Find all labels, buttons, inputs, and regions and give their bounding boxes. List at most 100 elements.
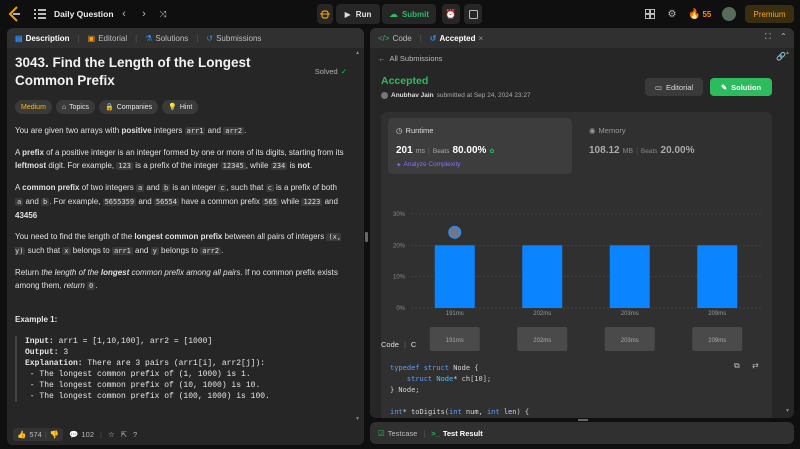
checkbox-icon: ☑ [378,428,385,438]
clock-icon: ◷ [396,126,403,135]
companies-tag[interactable]: 🔒 Companies [98,100,159,114]
scrollbar[interactable]: ▲ ▼ [355,50,361,422]
runtime-beats: 80.00% [452,145,487,156]
tab-editorial[interactable]: ▣ Editorial [88,34,127,43]
tab-accepted[interactable]: ↺ Accepted × [430,34,483,43]
sparkle-icon: ✦ [396,162,402,169]
comments-button[interactable]: 💬 102 [69,430,94,439]
help-icon[interactable]: ? [133,430,137,439]
panel-divider[interactable] [365,232,368,242]
code-header: Code | C [381,340,417,349]
y-tick-label: 30% [393,212,406,218]
right-scrollbar[interactable]: ▲ ▼ [785,50,791,414]
memory-box[interactable]: ◉ Memory 108.12 MB | Beats 20.00% [581,118,765,174]
submission-panel: </> Code | ↺ Accepted × ⛶ ⌃ ← All Submission… [370,28,794,418]
example-block: Input: arr1 = [1,10,100], arr2 = [1000] … [15,336,347,402]
x-tick-label: 191ms [446,311,464,317]
user-position-avatar [448,225,462,239]
leetcode-logo[interactable] [7,6,23,22]
x-tick-label: 203ms [621,311,639,317]
runtime-box[interactable]: ◷ Runtime 201 ms | Beats 80.00% ✿ ✦ Analyz… [388,118,572,174]
code-line: } Node; [390,386,420,394]
lock-icon: 🔒 [104,104,114,111]
run-button[interactable]: ▶ Run [336,4,380,24]
chevron-right-icon[interactable]: › [138,7,150,21]
submitted-by: Anubhav Jain submitted at Sep 24, 2024 2… [381,92,531,99]
x-tick-label: 202ms [533,311,551,317]
topics-tag[interactable]: ⌂ Topics [55,100,95,114]
left-tab-bar: ▤ Description | ▣ Editorial | ⚗ Solutions |… [7,28,364,48]
thumbs-down-icon: 👎 [49,430,60,439]
difficulty-badge[interactable]: Medium [15,100,52,114]
wrap-icon[interactable]: ⇄ [752,361,759,370]
layout-icon[interactable] [644,8,656,20]
tab-description[interactable]: ▤ Description [15,34,70,43]
problem-list-icon[interactable] [34,8,46,20]
paragraph-5: Return the length of the longest common … [15,268,338,290]
share-icon[interactable]: ⇱ [121,430,127,439]
check-circle-icon: ✓ [340,67,347,76]
chart-bar[interactable] [434,245,475,308]
copy-icon[interactable]: ⧉ [734,361,740,371]
chart-bar[interactable] [522,245,563,308]
tab-solutions[interactable]: ⚗ Solutions [145,34,188,43]
tab-test-result[interactable]: >_ Test Result [431,429,482,438]
alarm-clock-icon[interactable]: ⏰ [442,4,460,24]
memory-value: 108.12 [589,145,620,156]
tab-submissions[interactable]: ↺ Submissions [206,34,261,43]
memory-chip-icon: ◉ [589,126,596,135]
expand-icon[interactable]: ⛶ [765,32,771,42]
chart-bar[interactable] [697,245,738,308]
play-icon: ▶ [344,9,351,19]
premium-button[interactable]: Premium [745,5,794,23]
console-tab-bar: ☑ Testcase | >_ Test Result [370,422,794,444]
shuffle-icon[interactable]: ⤨ [156,7,170,21]
thumbs-up-icon: 👍 [17,430,27,439]
chevron-left-icon[interactable]: ‹ [118,7,130,21]
history-icon: ↺ [429,33,437,43]
tab-code[interactable]: </> Code [378,34,412,43]
paragraph-4: You need to find the length of the longe… [15,232,342,255]
debug-icon[interactable] [317,4,333,24]
mini-tick-label: 209ms [708,338,726,344]
settings-gear-icon[interactable]: ⚙ [665,7,679,21]
code-block[interactable]: typedef struct Node { struct Node* ch[10… [381,354,772,418]
tag-icon: ⌂ [61,103,67,111]
paragraph-2: A prefix of a positive integer is an int… [15,148,344,170]
runtime-distribution-chart[interactable]: 30% 20% 10% 0% 191ms 191ms 202ms 202ms 203ms 203m… [381,206,772,356]
chevron-up-icon[interactable]: ⌃ [780,32,787,41]
streak-counter[interactable]: 🔥 55 [688,7,711,21]
mini-tick-label: 203ms [621,338,639,344]
paragraph-3: A common prefix of two integers a and b … [15,183,338,220]
problem-description: 3043. Find the Length of the Longest Com… [15,54,347,422]
solution-button[interactable]: ✎ Solution [710,78,772,96]
analyze-complexity-link[interactable]: ✦ Analyze Complexity [396,161,461,169]
close-icon[interactable]: × [479,34,484,43]
daily-question-title[interactable]: Daily Question [54,7,114,21]
book-icon: ▭ [654,82,662,92]
chart-bar[interactable] [609,245,650,308]
user-avatar[interactable] [722,7,736,21]
history-icon: ↺ [206,33,214,43]
fire-icon: 🔥 [688,8,701,20]
y-tick-label: 0% [396,306,405,312]
code-line: struct Node* ch[10]; [390,375,492,383]
notes-icon[interactable] [464,4,482,24]
all-submissions-link[interactable]: ← All Submissions [378,54,442,63]
mini-tick-label: 202ms [533,338,551,344]
edit-icon: ✎ [720,82,728,92]
y-tick-label: 10% [393,275,406,281]
submit-button[interactable]: ☁ Submit [382,4,436,24]
y-tick-label: 20% [393,243,406,249]
code-lines: typedef struct Node { struct Node* ch[10… [390,363,763,418]
star-icon[interactable]: ☆ [108,430,115,439]
mini-tick-label: 191ms [446,338,464,344]
bottom-panel-divider[interactable] [578,419,588,421]
editorial-button[interactable]: ▭ Editorial [645,78,703,96]
problem-title[interactable]: 3043. Find the Length of the Longest Com… [15,54,285,90]
tab-testcase[interactable]: ☑ Testcase [378,429,417,438]
right-tab-bar: </> Code | ↺ Accepted × ⛶ ⌃ [370,28,794,48]
result-status: Accepted [381,75,429,87]
like-button[interactable]: 👍 574 | 👎 [13,428,64,441]
hint-tag[interactable]: 💡 Hint [162,100,199,114]
